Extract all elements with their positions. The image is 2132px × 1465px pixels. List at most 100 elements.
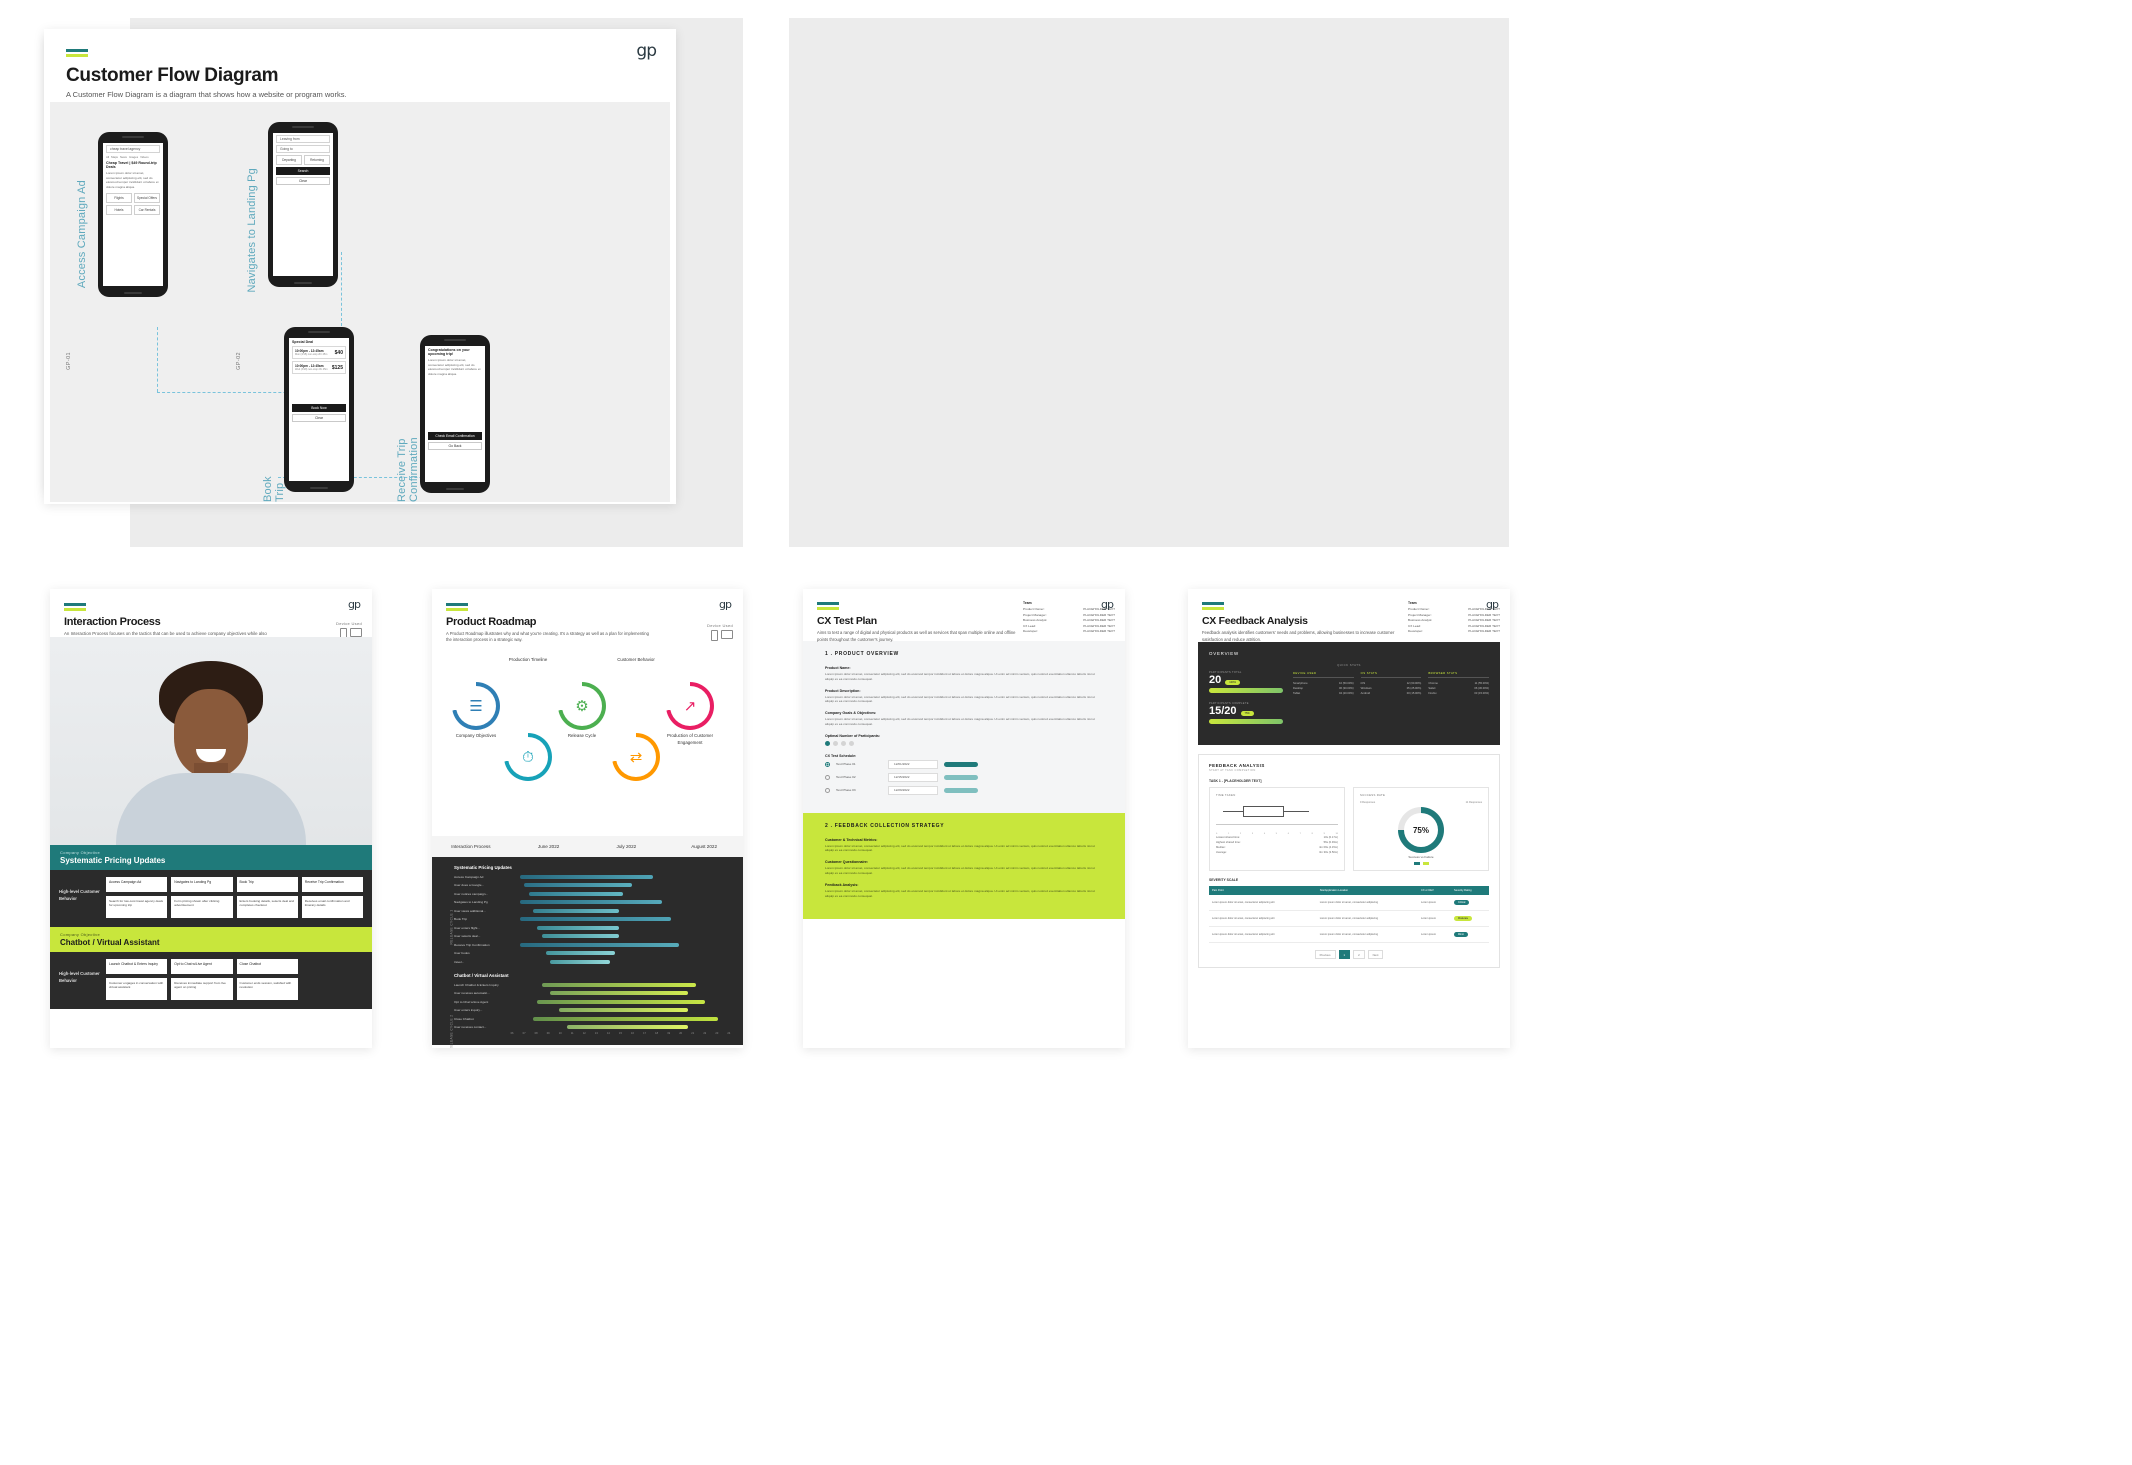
feedback-analysis-panel: FEEDBACK ANALYSIS START AT TASK COMPLETI… (1198, 754, 1500, 968)
roadmap-node-5-label: Production of Customer Engagement (666, 733, 714, 745)
accent-bars-icon (1202, 602, 1224, 610)
timeline-col-3: August 2022 (691, 844, 718, 849)
chip-special-offers[interactable]: Special Offers (134, 192, 160, 203)
team-label: Team (1408, 601, 1417, 605)
clear-button[interactable]: Clear (292, 414, 346, 422)
book-now-button[interactable]: Book Now (292, 404, 346, 412)
phase-date[interactable]: 12/29/2022 (888, 785, 938, 795)
feedback-title: FEEDBACK ANALYSIS (1209, 763, 1265, 768)
matrix-cell: Enters booking details, selects deal and… (236, 896, 298, 918)
slide-gallery: Customer Journey Map A journey map is a … (0, 0, 2132, 1465)
go-back-button[interactable]: Go Back (428, 441, 482, 450)
chip-flights[interactable]: Flights (106, 192, 132, 203)
block-text: Lorem ipsum dolor sit amet, consectetur … (825, 672, 1095, 681)
tab-images[interactable]: Images (129, 155, 138, 159)
page-1-button[interactable]: 1 (1338, 950, 1351, 959)
gantt-row-label: User receives automatic... (454, 991, 490, 996)
tab-videos[interactable]: Videos (140, 155, 149, 159)
roadmap-node-3[interactable]: ⚙ (558, 682, 606, 730)
table-row[interactable]: Lorem ipsum dolor sit amet, consectetur … (1209, 895, 1489, 911)
schedule-row[interactable]: Test Phase 03 12/29/2022 (825, 785, 1103, 795)
tab-news[interactable]: News (120, 155, 127, 159)
tab-maps[interactable]: Maps (111, 155, 118, 159)
block-text: Lorem ipsum dolor sit amet, consectetur … (825, 694, 1095, 704)
matrix-column: Close Chatbot Customer ends session, sati… (236, 959, 298, 1000)
participants-stepper[interactable] (825, 740, 1103, 746)
deal-meta-1: Mon (3/15) non-stop 2hr 45m (295, 353, 328, 356)
special-deal-header: Special Deal (292, 340, 314, 344)
phase-date[interactable]: 12/15/2022 (888, 772, 938, 782)
stage-label-4: Receive Trip Confirmation (396, 437, 420, 502)
table-row[interactable]: Lorem ipsum dolor sit amet, consectetur … (1209, 910, 1489, 927)
device-used-label: Device Used (336, 621, 362, 626)
page-title: Product Roadmap (446, 616, 537, 628)
block-heading: Product Description: (825, 688, 861, 693)
col-cx-or-dev: CX or DEV (1418, 886, 1452, 895)
stat-col-browser: BROWSER STATS Chrome 11 (55.00%) Safari 06… (1428, 671, 1490, 696)
radio-off[interactable] (825, 774, 830, 780)
boxplot-chart (1216, 802, 1338, 832)
slide-product-roadmap[interactable]: Product Roadmap A Product Roadmap illust… (432, 589, 743, 1048)
block-text: Lorem ipsum dolor sit amet, consectetur … (825, 866, 1095, 876)
roadmap-node-1[interactable]: ☰ (452, 682, 500, 730)
deal-price-2: $125 (331, 364, 343, 371)
result-body: Lorem ipsum dolor sit amet, consectetur … (106, 171, 159, 189)
section-1-title: 1 . PRODUCT OVERVIEW (825, 651, 899, 657)
phase-name: Test Phase 01 (836, 762, 856, 767)
overview-panel: OVERVIEW QUICK STATS PARTICIPANTS TOTAL … (1198, 642, 1500, 745)
matrix-cell: Customer engages in conversation with vi… (106, 978, 168, 1000)
result-title[interactable]: Cheap Travel | $49 Round-trip Deals (106, 161, 160, 169)
table-header-row: Pain Point Site/Application Location CX … (1209, 886, 1489, 895)
clear-button[interactable]: Clear (276, 177, 330, 185)
slide-2-header: Customer Flow Diagram A Customer Flow Di… (44, 29, 676, 131)
gantt-row-label: User enters flight... (454, 925, 480, 930)
chip-hotels[interactable]: Hotels (106, 204, 132, 215)
schedule-row[interactable]: Test Phase 02 12/15/2022 (825, 772, 1103, 782)
slide-cx-test-plan[interactable]: CX Test Plan Aims to test a range of dig… (803, 589, 1125, 1048)
field-going-to[interactable]: Going to (276, 145, 330, 153)
slide-cx-feedback-analysis[interactable]: CX Feedback Analysis Feedback analysis i… (1188, 589, 1510, 1048)
field-returning[interactable]: Returning (304, 155, 330, 165)
search-input[interactable]: cheap travel agency (106, 145, 160, 153)
gear-icon: ⚙ (575, 698, 589, 715)
field-leaving-from[interactable]: Leaving from (276, 135, 330, 143)
next-button[interactable]: Next (1367, 950, 1384, 959)
roadmap-node-4[interactable]: ⇄ (612, 733, 660, 781)
kpi-sparkline (1209, 688, 1283, 693)
roadmap-node-2[interactable]: ⏱ (504, 733, 552, 781)
gantt-row-label: User enters inquiry... (454, 1008, 483, 1013)
tab-all[interactable]: All (106, 155, 109, 159)
schedule-row[interactable]: Test Phase 01 12/01/2022 (825, 759, 1103, 769)
phase-date[interactable]: 12/01/2022 (888, 759, 938, 769)
deal-price-1: $40 (334, 349, 343, 356)
prev-button[interactable]: Previous (1314, 950, 1336, 959)
team-value: PLACEHOLDER TEXT (1083, 629, 1115, 634)
gantt-row-label: Close Chatbot (454, 1016, 474, 1021)
slide-interaction-process[interactable]: Interaction Process An Interaction Proce… (50, 589, 372, 1048)
task-title: TASK 1 - [PLACEHOLDER TEXT] (1209, 779, 1262, 783)
matrix-1: High-level Customer Behavior Access Camp… (50, 870, 372, 927)
pagination[interactable]: Previous 1 2 Next (1209, 950, 1489, 959)
page-2-button[interactable]: 2 (1353, 950, 1365, 959)
device-used-label: Device Used (707, 623, 733, 628)
chip-car-rentals[interactable]: Car Rentals (134, 204, 160, 215)
check-email-button[interactable]: Check Email Confirmation (428, 431, 482, 440)
table-row[interactable]: Lorem ipsum dolor sit amet, consectetur … (1209, 926, 1489, 943)
radio-on[interactable] (825, 761, 830, 767)
stage-code-2: GP-02 (236, 352, 242, 370)
slide-4-header: Product Roadmap A Product Roadmap illust… (432, 589, 743, 642)
search-button[interactable]: Search (276, 167, 330, 175)
stage-label-3: Book Trip (262, 476, 286, 502)
slide-customer-flow-diagram[interactable]: Customer Flow Diagram A Customer Flow Di… (44, 29, 676, 504)
gantt-row-label: Launch Chatbot & Enters Inquiry (454, 982, 499, 987)
radio-off[interactable] (825, 787, 830, 793)
legend-swatch-success (1413, 862, 1420, 865)
phase-bar (944, 787, 978, 793)
tablet-icon (721, 630, 733, 639)
success-rate-card: SUCCESS RATE 9 Responses 11 Responses 75… (1353, 787, 1489, 871)
roadmap-node-4-label: Customer Behavior (617, 657, 655, 662)
field-departing[interactable]: Departing (276, 155, 302, 165)
people-icon: ☰ (469, 698, 483, 715)
roadmap-node-5[interactable]: ↗ (666, 682, 714, 730)
gantt-row-label: User does a Google... (454, 883, 485, 888)
